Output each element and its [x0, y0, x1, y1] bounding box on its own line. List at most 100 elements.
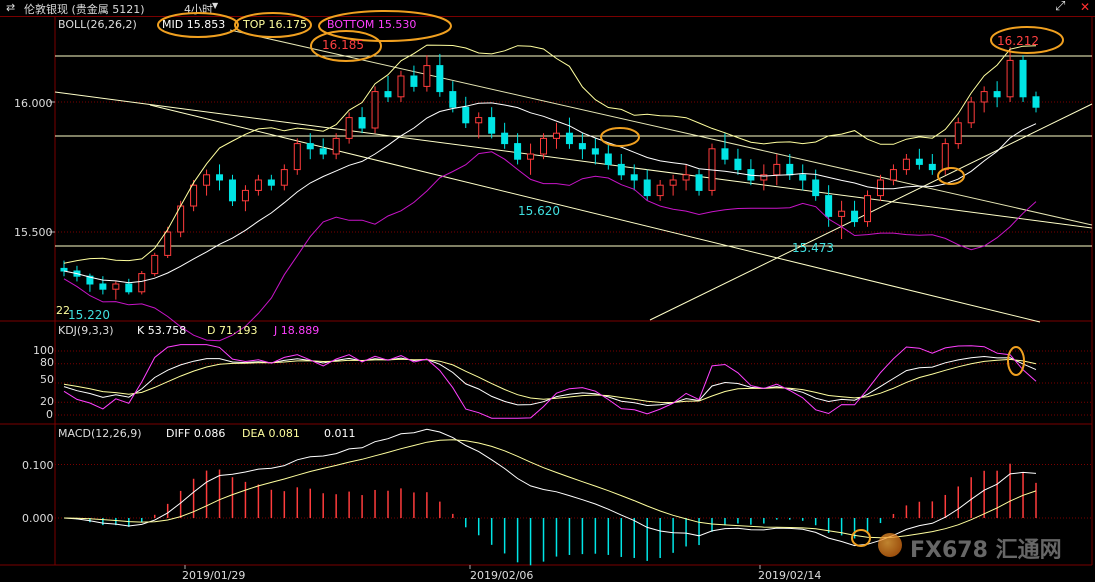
price-tick-16000: 16.000 — [14, 97, 53, 110]
macd-tick-0000: 0.000 — [22, 512, 54, 525]
candle-body — [773, 163, 781, 176]
candle-body — [60, 267, 68, 272]
kdj-label[interactable]: KDJ(9,3,3) — [58, 324, 114, 337]
watermark-text: FX678 汇通网 — [910, 538, 1062, 563]
kdj-tick-80: 80 — [40, 356, 54, 369]
candle-body — [203, 174, 211, 186]
candle-body — [617, 163, 625, 176]
boll-bottom-value: BOTTOM 15.530 — [327, 18, 417, 31]
candle-body — [228, 179, 236, 202]
candle-body — [384, 91, 392, 98]
candle-body — [876, 179, 884, 197]
candle-body — [630, 174, 638, 181]
candle-body — [475, 117, 483, 124]
candle-body — [851, 210, 859, 223]
kdj-d-value: D 71.193 — [207, 324, 258, 337]
fx678-logo-icon — [878, 533, 902, 557]
low-label-2: 15.473 — [792, 241, 834, 255]
candle-body — [941, 143, 949, 171]
candle-body — [371, 91, 379, 129]
candle-body — [902, 158, 910, 171]
candle-body — [889, 169, 897, 181]
candle-body — [332, 137, 340, 155]
candle-body — [280, 169, 288, 186]
date-tick-0206: 2019/02/06 — [470, 569, 534, 582]
kdj-tick-0: 0 — [46, 408, 53, 421]
candle-body — [656, 184, 664, 197]
candle-body — [164, 231, 172, 256]
macd-dea-value: DEA 0.081 — [242, 427, 300, 440]
candle-body — [980, 91, 988, 103]
candle-body — [190, 184, 198, 207]
macd-diff-value: DIFF 0.086 — [166, 427, 226, 440]
kdj-j-value: J 18.889 — [274, 324, 320, 337]
candle-body — [293, 143, 301, 171]
candle-body — [1032, 96, 1040, 108]
watermark: FX678 汇通网 — [878, 532, 1083, 563]
candle-body — [99, 283, 107, 290]
candle-body — [954, 122, 962, 145]
candle-body — [967, 101, 975, 124]
candle-body — [462, 106, 470, 124]
candle-body — [125, 283, 133, 293]
candle-body — [682, 174, 690, 181]
price-tick-15500: 15.500 — [14, 226, 53, 239]
candle-body — [643, 179, 651, 197]
candle-body — [410, 75, 418, 87]
candle-body — [812, 179, 820, 197]
candle-body — [358, 117, 366, 129]
candle-body — [838, 210, 846, 217]
candle-body — [267, 179, 275, 186]
candle-body — [112, 283, 120, 290]
candle-body — [306, 143, 314, 150]
candle-body — [397, 75, 405, 98]
highlight-circle — [600, 127, 640, 147]
kdj-j-line — [63, 344, 1037, 419]
candle-body — [864, 195, 872, 223]
high-label-2: 16.212 — [997, 34, 1039, 48]
candle-body — [540, 137, 548, 155]
boll-mid-value: MID 15.853 — [162, 18, 226, 31]
candle-body — [138, 273, 146, 293]
boll-label[interactable]: BOLL(26,26,2) — [58, 18, 137, 31]
candle-body — [1006, 59, 1014, 98]
macd-tick-0100: 0.100 — [22, 459, 54, 472]
candle-body — [423, 65, 431, 87]
candle-body — [604, 153, 612, 165]
kdj-tick-50: 50 — [40, 373, 54, 386]
candle-body — [345, 117, 353, 139]
candle-body — [436, 65, 444, 93]
candle-body — [319, 148, 327, 155]
macd-dea-line — [63, 439, 1037, 539]
high-label-1: 16.185 — [322, 38, 364, 52]
kdj-k-value: K 53.758 — [137, 324, 187, 337]
candle-body — [151, 254, 159, 275]
trend-line — [54, 91, 1093, 229]
candle-body — [1019, 59, 1027, 98]
boll-mid-line — [63, 102, 1037, 284]
candle-body — [488, 117, 496, 134]
candle-body — [552, 132, 560, 139]
candle-body — [527, 153, 535, 160]
candle-body — [734, 158, 742, 171]
candle-body — [825, 195, 833, 217]
candle-body — [993, 91, 1001, 98]
candle-body — [449, 91, 457, 108]
candle-body — [915, 158, 923, 165]
candle-body — [669, 179, 677, 186]
date-tick-0214: 2019/02/14 — [758, 569, 822, 582]
boll-top-value: TOP 16.175 — [243, 18, 307, 31]
price-chart — [0, 10, 1093, 569]
candle-body — [695, 174, 703, 191]
candle-body — [578, 143, 586, 150]
candle-body — [241, 189, 249, 202]
candle-body — [928, 163, 936, 171]
macd-label[interactable]: MACD(12,26,9) — [58, 427, 142, 440]
candle-body — [799, 174, 807, 181]
candle-body — [501, 132, 509, 145]
candle-body — [514, 143, 522, 160]
low-label-1: 15.620 — [518, 204, 560, 218]
date-tick-0129: 2019/01/29 — [182, 569, 246, 582]
small-label: 22 — [56, 304, 70, 317]
kdj-tick-20: 20 — [40, 395, 54, 408]
